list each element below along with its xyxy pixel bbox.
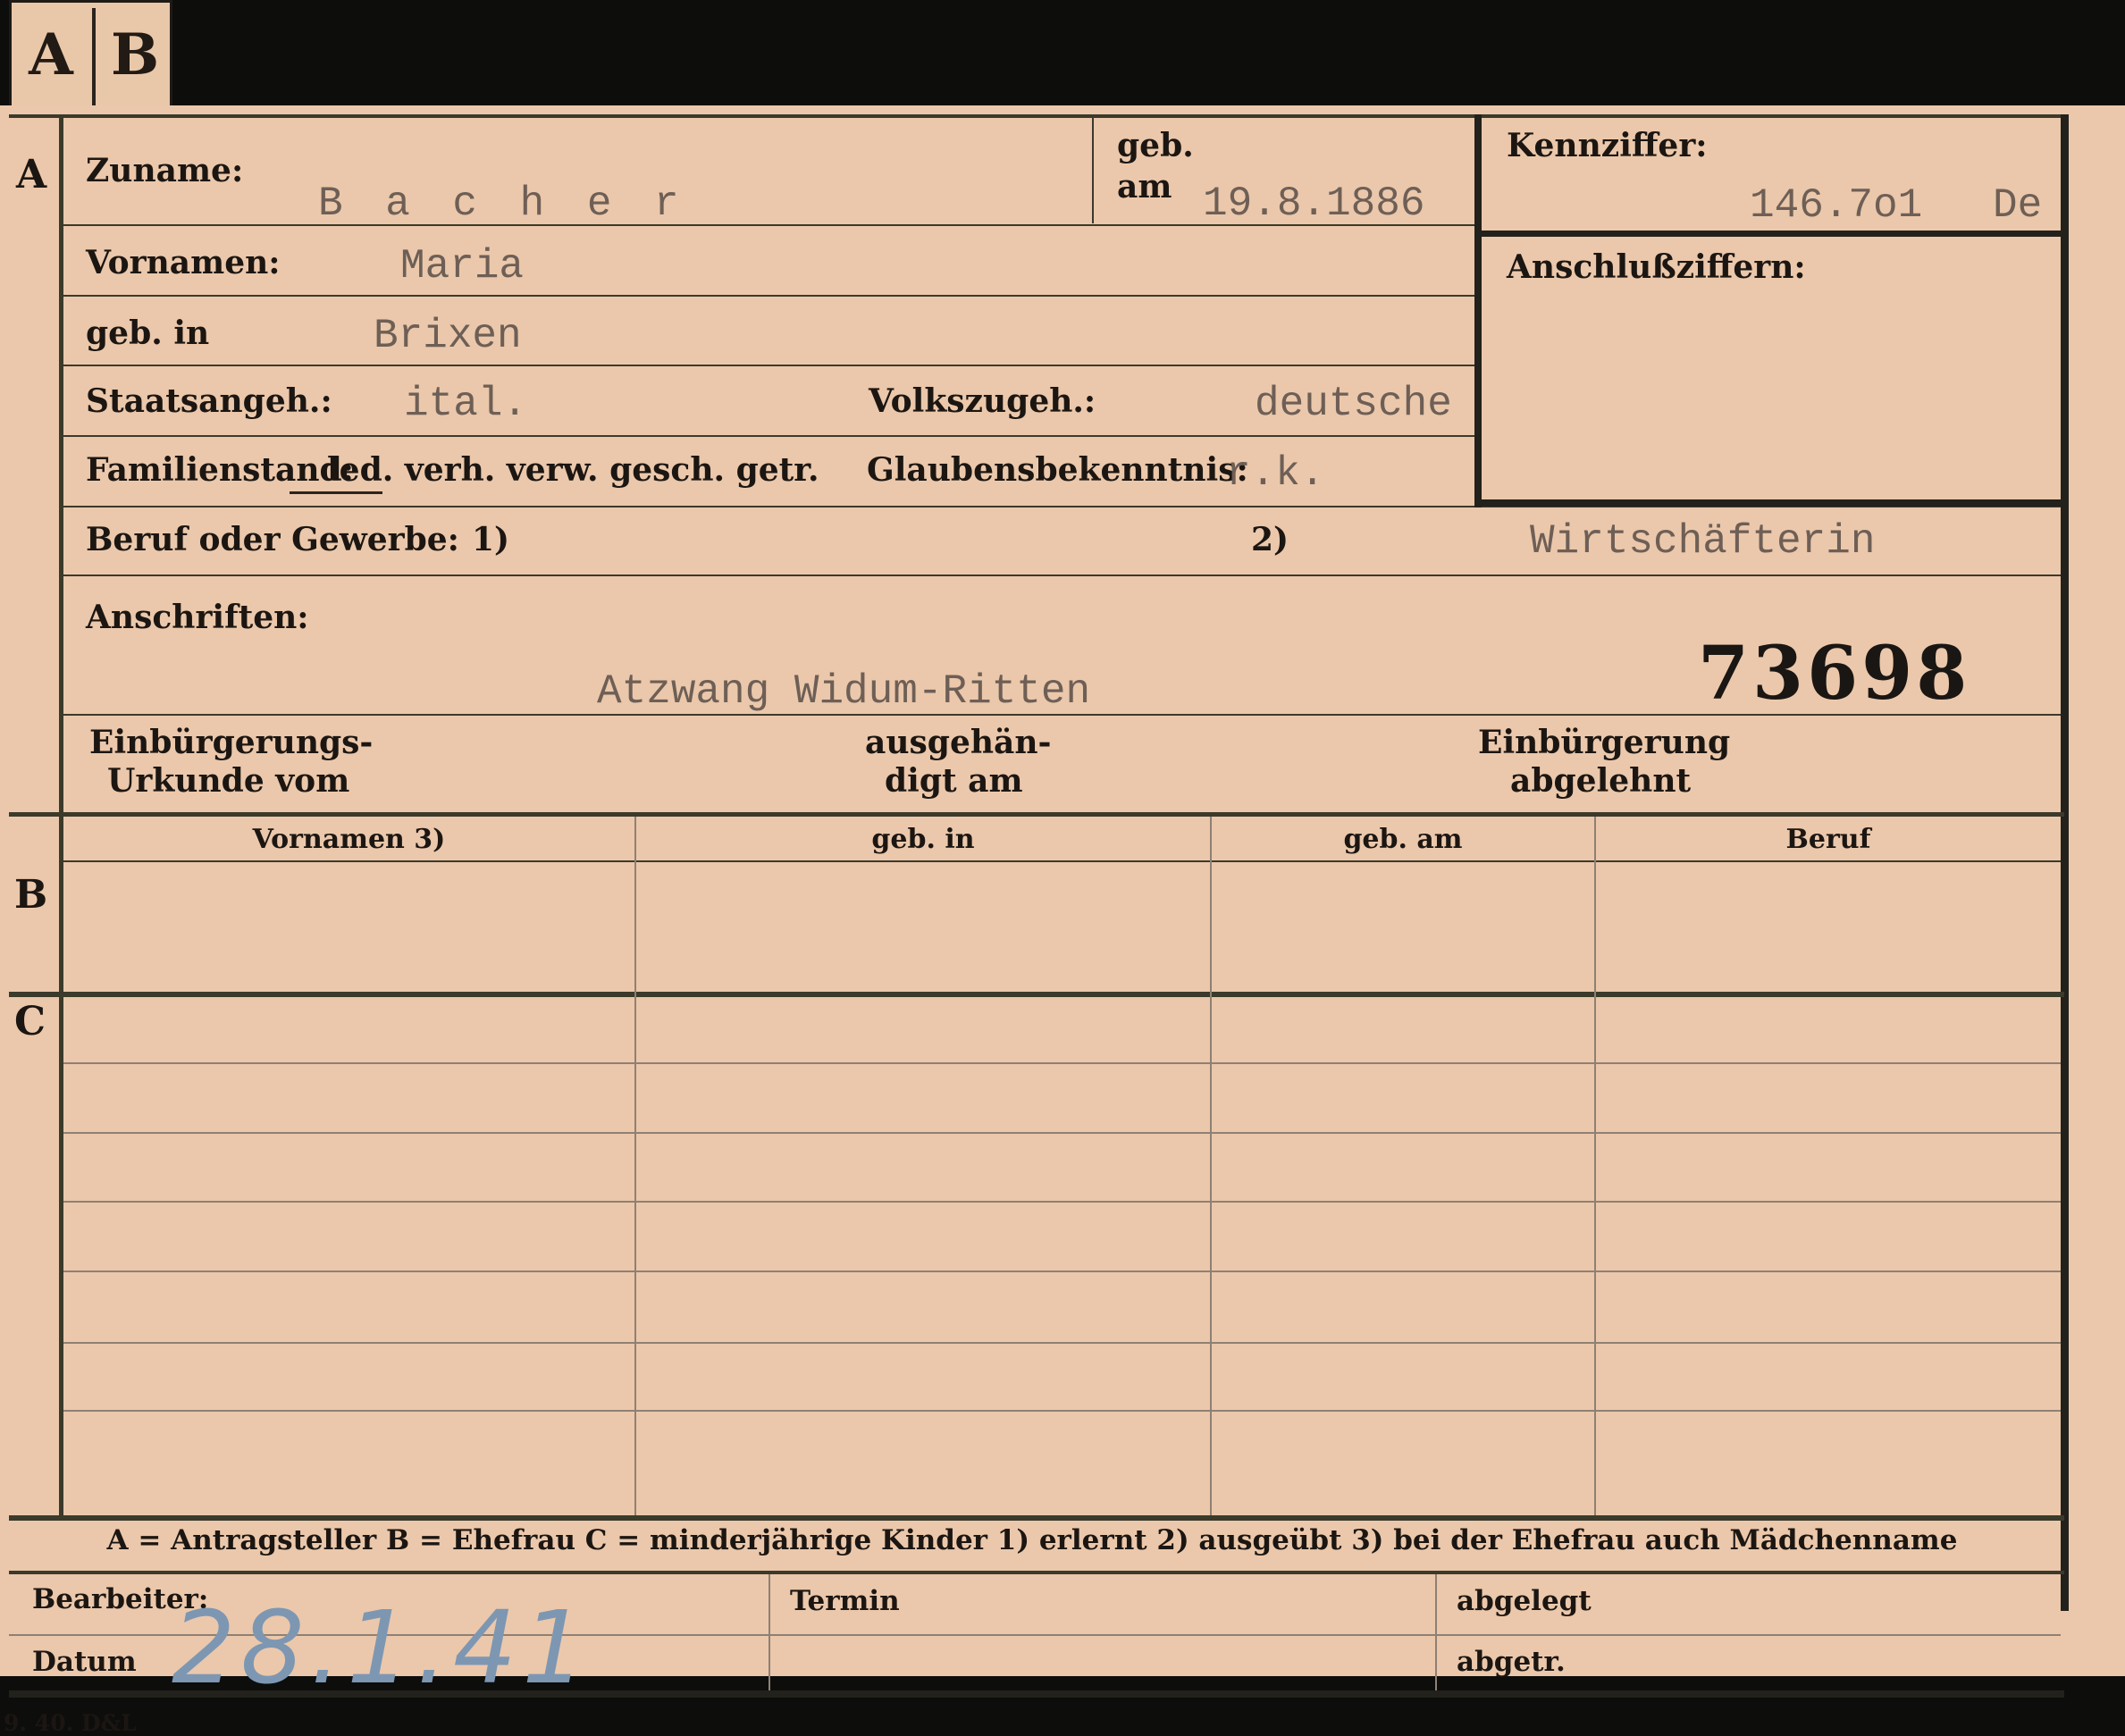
birthdate-value: 19.8.1886 [1203,180,1425,227]
datum-label: Datum [32,1646,137,1678]
termin-label: Termin [790,1585,900,1617]
printer-mark: 9. 40. D&L [4,1710,137,1736]
row-line [63,435,1478,437]
surname-label: Zuname: [86,152,244,189]
tab-letter-b: B [110,21,160,88]
table-header-occupation: Beruf [1785,824,1871,855]
birthplace-label: geb. in [86,314,210,352]
religion-value: r.k. [1226,450,1325,497]
section-label-c: C [14,999,46,1044]
ref-box-mid [1474,231,2061,237]
tab-letter-a: A [29,21,73,88]
record-number: 73698 [1698,631,1971,717]
kennziffer-suffix: De [1993,182,2043,229]
child-row-line [63,1342,2061,1344]
section-b-top [9,812,2064,817]
religion-label: Glaubensbekenntnis: [867,451,1248,489]
child-row-line [63,1062,2061,1064]
citizenship-label: Staatsangeh.: [86,382,332,420]
occupation-note-1: 1) [472,521,510,558]
legend-text: A = Antragsteller B = Ehefrau C = minder… [106,1524,1958,1556]
marital-options: led. verh. verw. gesch. getr. [327,451,819,489]
occupation-label: Beruf oder Gewerbe: [86,521,459,558]
footer-col-line [1435,1574,1437,1690]
section-label-b: B [14,872,48,918]
marital-underline [290,491,382,494]
rejected-label-2: abgelehnt [1510,762,1692,800]
rejected-label-1: Einbürgerung [1478,724,1731,761]
ref-box-bottom [1474,499,2061,507]
handed-label-1: ausgehän- [865,724,1052,761]
section-c-top [9,992,2064,997]
ethnicity-label: Volkszugeh.: [869,382,1096,420]
footer-col-line [769,1574,770,1690]
table-header-firstnames: Vornamen 3) [252,824,446,855]
child-row-line [63,1271,2061,1272]
child-row-line [63,1201,2061,1203]
surname-value: B a c h e r [318,180,688,227]
abgelegt-label: abgelegt [1457,1585,1592,1617]
address-value: Atzwang Widum-Ritten [597,668,1091,715]
legend-top [9,1515,2064,1521]
legend-bottom [9,1571,2064,1574]
firstname-label: Vornamen: [86,244,281,281]
ethnicity-value: deutsche [1255,381,1452,427]
birthplace-value: Brixen [374,313,522,359]
birthdate-label-am: am [1117,168,1172,205]
handed-label-2: digt am [885,762,1023,800]
frame-top [9,114,2064,118]
naturalization-label-2: Urkunde vom [107,762,350,800]
table-header-birthplace: geb. in [871,824,975,855]
datum-value: 28.1.41 [172,1590,592,1707]
child-row-line [63,1132,2061,1134]
ref-box-left [1474,114,1482,507]
section-label-a: A [16,152,47,197]
marital-label: Familienstand: [86,451,354,489]
address-label: Anschriften: [86,599,309,636]
kennziffer-label: Kennziffer: [1507,127,1708,164]
occupation-note-2: 2) [1251,521,1289,558]
naturalization-label-1: Einbürgerungs- [89,724,374,761]
birthdate-label-geb: geb. [1117,127,1194,164]
citizenship-value: ital. [404,381,528,427]
table-header-line [63,860,2061,862]
registration-card: A Zuname: B a c h e r geb. am 19.8.1886 … [0,105,2125,1736]
table-header-birthdate: geb. am [1343,824,1463,855]
firstname-value: Maria [400,243,525,289]
card-tab: A B [9,0,172,105]
kennziffer-value: 146.7o1 [1750,182,1923,229]
row-line [63,295,1478,297]
col-line [1092,114,1094,223]
abgetr-label: abgetr. [1457,1646,1566,1678]
child-row-line [63,1410,2061,1412]
row-line [63,574,2061,576]
anschluss-label: Anschlußziffern: [1507,248,1806,286]
row-line [63,365,1478,366]
occupation-value: Wirtschäfterin [1530,518,1876,565]
frame-right [2061,114,2069,1611]
